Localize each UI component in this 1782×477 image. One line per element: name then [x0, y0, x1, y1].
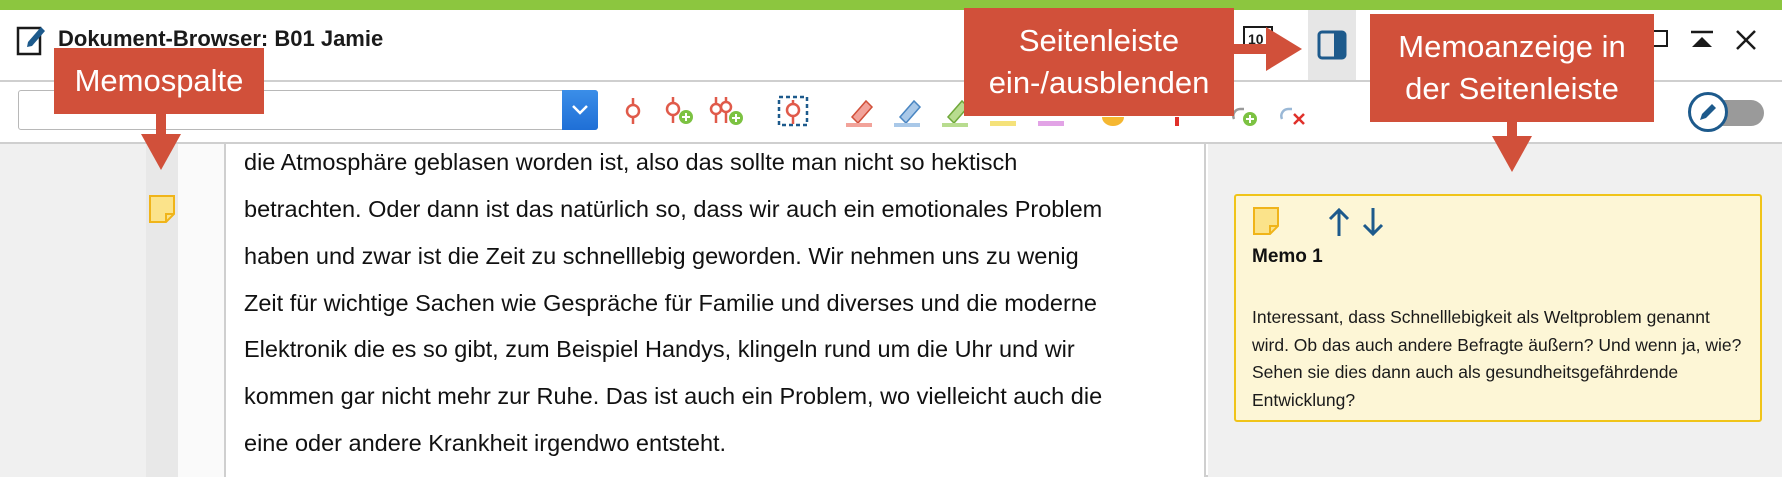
text-line: haben und zwar ist die Zeit zu schnellle… [244, 243, 1079, 269]
select-code-icon[interactable] [774, 92, 812, 130]
callout-memoanzeige: Memoanzeige in der Seitenleiste [1370, 14, 1654, 122]
code-column [178, 144, 226, 477]
add-code-icon[interactable] [660, 92, 698, 130]
pencil-icon [1688, 92, 1728, 132]
close-icon[interactable] [1726, 20, 1766, 60]
arrow-down-icon[interactable] [1360, 206, 1386, 238]
code-multiple-icon[interactable] [708, 92, 746, 130]
code-icon[interactable] [614, 92, 652, 130]
text-line: die Atmosphäre geblasen worden ist, also… [244, 149, 1018, 175]
text-line: betrachten. Oder dann ist das natürlich … [244, 196, 1103, 222]
sidebar-toggle-icon [1317, 30, 1347, 60]
memo-icon[interactable] [148, 194, 176, 224]
link-remove-icon[interactable] [1274, 92, 1312, 130]
highlight-blue-icon[interactable] [890, 92, 928, 130]
highlight-red-icon[interactable] [842, 92, 880, 130]
callout-arrow [1492, 136, 1532, 172]
document-text-area[interactable]: die Atmosphäre geblasen worden ist, also… [226, 144, 1206, 477]
chevron-down-icon[interactable] [562, 90, 598, 130]
memo-title: Memo 1 [1252, 246, 1323, 267]
callout-label: ein-/ausblenden [988, 65, 1210, 100]
callout-arrow [1234, 44, 1268, 54]
callout-label: Seitenleiste [1018, 23, 1180, 58]
callout-label: Memospalte [74, 63, 244, 98]
callout-label: Memoanzeige in [1398, 29, 1626, 64]
callout-arrow [141, 134, 181, 170]
callout-seitenleiste: Seitenleiste ein-/ausblenden [964, 8, 1234, 116]
text-line: kommen gar nicht mehr zur Ruhe. Das ist … [244, 383, 1103, 409]
callout-arrow [1266, 27, 1302, 71]
collapse-icon[interactable] [1682, 20, 1722, 60]
callout-memospalte: Memospalte [54, 48, 264, 114]
text-line: Zeit für wichtige Sachen wie Gespräche f… [244, 290, 1097, 316]
memo-icon [1252, 206, 1280, 236]
memo-card[interactable]: Memo 1 Interessant, dass Schnelllebigkei… [1234, 194, 1762, 422]
edit-mode-toggle[interactable] [1688, 92, 1764, 132]
callout-arrow [156, 114, 166, 136]
callout-label: der Seitenleiste [1405, 71, 1619, 106]
text-line: eine oder andere Krankheit irgendwo ents… [244, 430, 727, 456]
text-line: Elektronik die es so gibt, zum Beispiel … [244, 336, 1075, 362]
arrow-up-icon[interactable] [1326, 206, 1352, 238]
sidebar-toggle-button[interactable] [1308, 10, 1356, 80]
edit-document-icon [16, 22, 46, 56]
accent-bar [0, 0, 1782, 10]
memo-text: Interessant, dass Schnelllebigkeit als W… [1252, 307, 1742, 410]
